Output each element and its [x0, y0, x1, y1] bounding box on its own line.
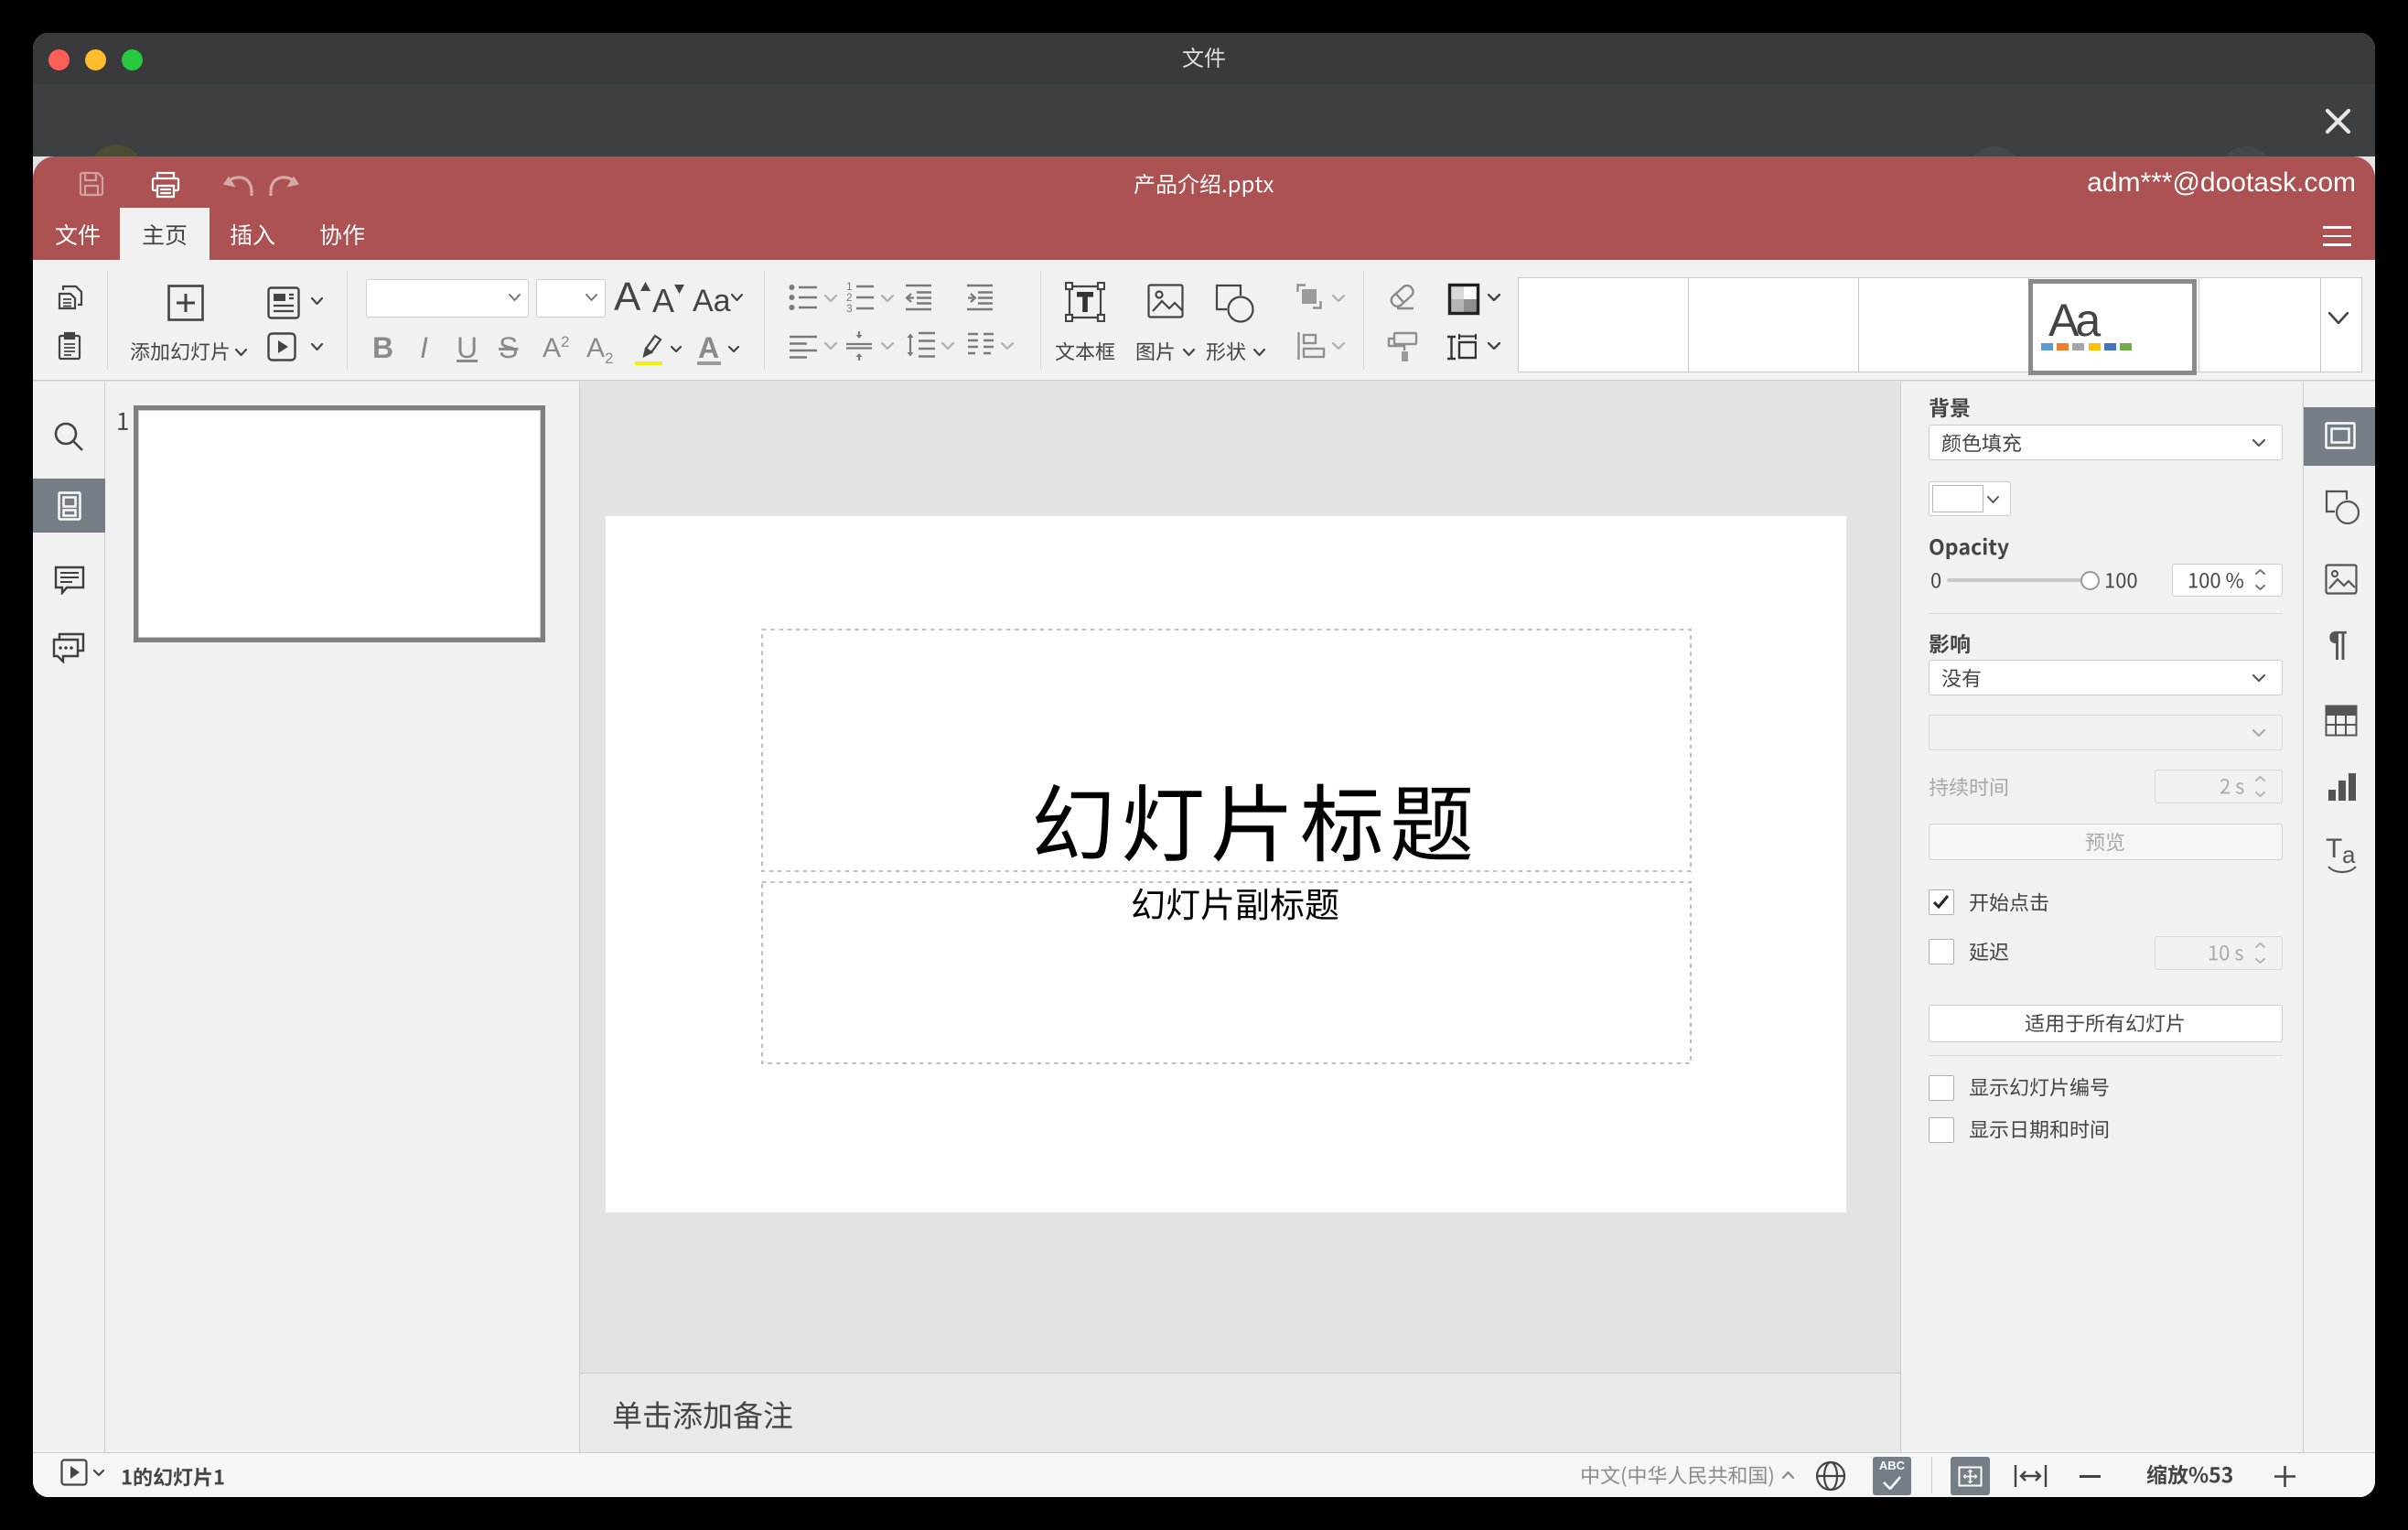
svg-text:3: 3	[846, 302, 853, 313]
